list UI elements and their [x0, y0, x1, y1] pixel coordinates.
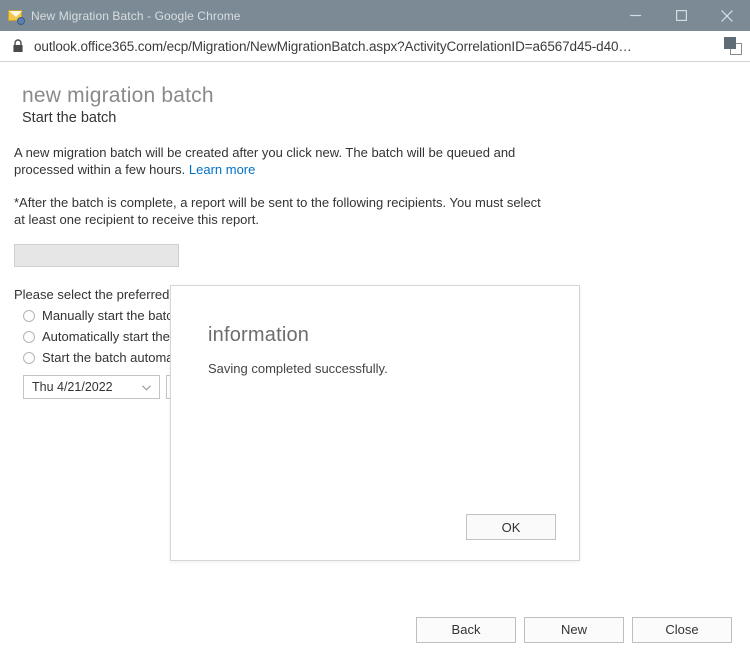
window-controls: [612, 0, 750, 31]
information-dialog: information Saving completed successfull…: [170, 285, 580, 561]
browser-tab-title[interactable]: New Migration Batch - Google Chrome: [31, 9, 241, 23]
url-text[interactable]: outlook.office365.com/ecp/Migration/NewM…: [34, 39, 718, 54]
radio-icon[interactable]: [23, 331, 35, 343]
maximize-button[interactable]: [658, 0, 704, 31]
page-title: new migration batch: [22, 84, 214, 107]
browser-address-bar[interactable]: outlook.office365.com/ecp/Migration/NewM…: [0, 31, 750, 62]
date-dropdown[interactable]: Thu 4/21/2022: [23, 375, 160, 399]
dialog-footer: OK: [466, 514, 556, 540]
ok-button[interactable]: OK: [466, 514, 556, 540]
chevron-down-icon: [142, 378, 151, 396]
radio-icon[interactable]: [23, 310, 35, 322]
new-button[interactable]: New: [524, 617, 624, 643]
close-icon: [721, 9, 733, 22]
learn-more-link[interactable]: Learn more: [189, 162, 255, 177]
translate-icon[interactable]: [724, 37, 742, 55]
page-footer: Back New Close: [0, 601, 750, 659]
envelope-gear-icon: [8, 8, 25, 25]
intro-text: A new migration batch will be created af…: [14, 145, 516, 177]
recipient-input[interactable]: [14, 244, 179, 267]
page-subtitle: Start the batch: [22, 110, 117, 126]
browser-titlebar: New Migration Batch - Google Chrome: [0, 0, 750, 31]
intro-paragraph: A new migration batch will be created af…: [14, 144, 544, 178]
minimize-icon: [629, 14, 641, 17]
dialog-message: Saving completed successfully.: [208, 361, 388, 376]
close-button[interactable]: [704, 0, 750, 31]
maximize-icon: [675, 10, 687, 21]
ecp-page: new migration batch Start the batch A ne…: [0, 62, 750, 659]
dialog-title: information: [208, 324, 310, 346]
radio-icon[interactable]: [23, 352, 35, 364]
minimize-button[interactable]: [612, 0, 658, 31]
recipients-note: *After the batch is complete, a report w…: [14, 195, 541, 227]
date-value: Thu 4/21/2022: [32, 380, 113, 394]
back-button[interactable]: Back: [416, 617, 516, 643]
chrome-window: New Migration Batch - Google Chrome outl…: [0, 0, 750, 659]
close-button-footer[interactable]: Close: [632, 617, 732, 643]
lock-icon[interactable]: [12, 39, 24, 53]
